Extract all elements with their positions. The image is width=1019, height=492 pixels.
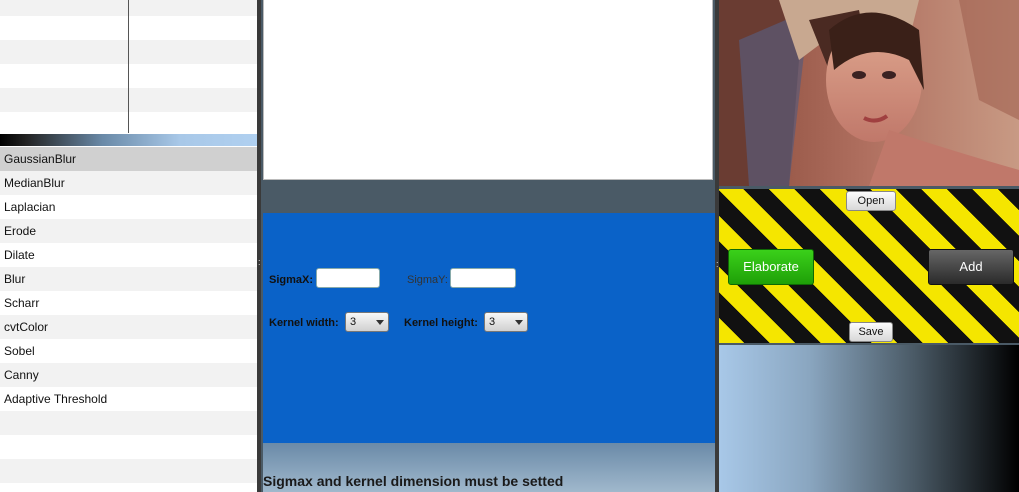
result-area [719,345,1019,492]
sigma-y-input[interactable] [450,268,516,288]
list-item-gaussianblur[interactable]: GaussianBlur [0,147,257,171]
list-item-empty [0,459,257,483]
kernel-width-select[interactable]: 3 [345,312,389,332]
kernel-width-label: Kernel width: [269,317,339,329]
splitter-bar[interactable] [0,134,257,146]
middle-panel: SigmaX: SigmaY: Kernel width: 3 Kernel h… [261,0,715,492]
column-divider [128,0,129,133]
save-button[interactable]: Save [849,322,893,342]
list-item-erode[interactable]: Erode [0,219,257,243]
left-panel: GaussianBlur MedianBlur Laplacian Erode … [0,0,257,492]
kernel-height-value: 3 [489,316,496,328]
output-text-area[interactable] [263,0,713,180]
list-item-laplacian[interactable]: Laplacian [0,195,257,219]
list-item-sobel[interactable]: Sobel [0,339,257,363]
sigma-x-label: SigmaX: [269,274,314,286]
right-panel: Open Elaborate Add Save [719,0,1019,492]
list-item-scharr[interactable]: Scharr [0,291,257,315]
preview-image [719,0,1019,186]
list-item-adaptive-threshold[interactable]: Adaptive Threshold [0,387,257,411]
chevron-down-icon [376,320,384,325]
kernel-width-value: 3 [350,316,357,328]
list-item-cvtcolor[interactable]: cvtColor [0,315,257,339]
list-item-empty [0,411,257,435]
portrait-photo [719,0,1019,186]
kernel-height-label: Kernel height: [404,317,478,329]
params-panel: SigmaX: SigmaY: Kernel width: 3 Kernel h… [263,213,715,443]
list-item-empty [0,435,257,459]
kernel-height-select[interactable]: 3 [484,312,528,332]
sigma-y-label: SigmaY: [407,274,448,286]
list-item-blur[interactable]: Blur [0,267,257,291]
chevron-down-icon [515,320,523,325]
sigma-x-input[interactable] [316,268,380,288]
add-button[interactable]: Add [928,249,1014,285]
list-item-dilate[interactable]: Dilate [0,243,257,267]
elaborate-button[interactable]: Elaborate [728,249,814,285]
open-button[interactable]: Open [846,191,896,211]
list-item-empty [0,483,257,492]
status-message: Sigmax and kernel dimension must be sett… [263,473,564,489]
list-item-medianblur[interactable]: MedianBlur [0,171,257,195]
list-item-canny[interactable]: Canny [0,363,257,387]
